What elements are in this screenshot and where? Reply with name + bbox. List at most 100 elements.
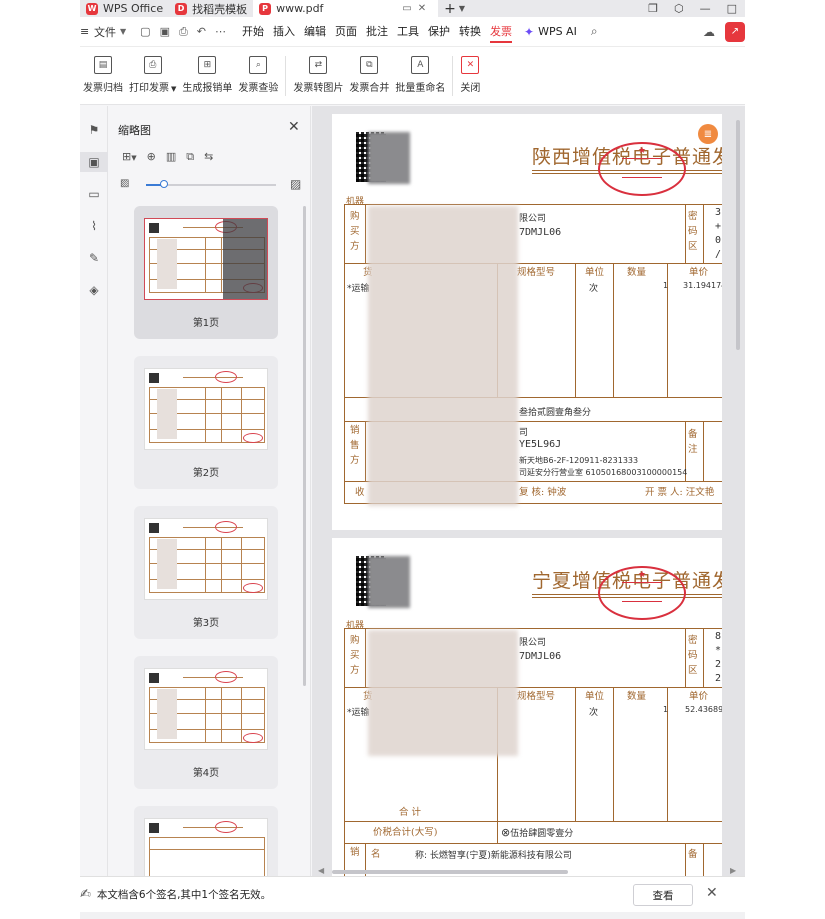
password-char: 0 [715, 235, 722, 246]
menu-annotate[interactable]: 批注 [366, 21, 388, 43]
grid-view-icon[interactable]: ⊞▼ [122, 150, 137, 164]
scroll-right-icon[interactable]: ▶ [730, 866, 736, 875]
cube-icon[interactable]: ⬡ [674, 2, 684, 15]
tab-action-icons[interactable]: ▭✕ [402, 3, 432, 14]
close-icon[interactable]: ✕ [288, 119, 300, 135]
unit-price-header: 单价 [689, 267, 709, 278]
pdf-file-icon: P [259, 2, 272, 15]
seller-label: 销售方 [350, 425, 360, 467]
thumbnail-page-4[interactable]: 第4页 [134, 656, 278, 789]
rename-icon: A [411, 56, 430, 74]
cloud-upload-icon[interactable]: ☁ [703, 25, 715, 39]
wps-logo-icon: W [86, 2, 98, 15]
more-icon[interactable]: ⋯ [215, 25, 226, 39]
wps-ai-button[interactable]: ✦ WPS AI [524, 25, 577, 39]
thumbnail-list: 第1页 第2页 第3页 第4页 [108, 206, 311, 876]
menu-invoice[interactable]: 发票 [490, 21, 512, 43]
print-icon[interactable]: ⎙ [179, 25, 188, 39]
redacted-block [368, 132, 410, 184]
search-icon[interactable]: ⌕ [591, 24, 598, 39]
invoice-verify-button[interactable]: ⌕ 发票查验 [238, 56, 278, 94]
invoice-archive-button[interactable]: ▤ 发票归档 [83, 56, 123, 94]
ribbon-label: 打印发票 ▼ [129, 83, 177, 94]
save-icon[interactable]: ▣ [160, 25, 170, 39]
seller-name-fragment: 司 [519, 428, 529, 438]
menu-home[interactable]: 开始 [242, 21, 264, 43]
restore-icon[interactable]: ❐ [648, 2, 658, 15]
archive-icon: ▤ [94, 56, 112, 74]
invoice-to-image-button[interactable]: ⇄ 发票转图片 [293, 56, 343, 94]
item-name-fragment: *运输 [347, 284, 370, 294]
redaction-blur [368, 206, 518, 506]
tab-wps-office[interactable]: W WPS Office [80, 0, 169, 17]
chevron-down-icon: ▼ [120, 27, 127, 36]
thumbnail-page-2[interactable]: 第2页 [134, 356, 278, 489]
extract-page-icon[interactable]: ▥ [166, 150, 176, 164]
menu-convert[interactable]: 转换 [459, 21, 481, 43]
undo-icon[interactable]: ↶ [197, 25, 206, 39]
monitor-icon[interactable]: ▭ [402, 3, 417, 14]
tab-close-icon[interactable]: ✕ [418, 3, 432, 14]
close-icon[interactable]: ✕ [706, 885, 718, 901]
menu-page[interactable]: 页面 [335, 21, 357, 43]
attachment-icon[interactable]: ⌇ [80, 216, 108, 236]
thumbnail-scrollbar[interactable] [303, 206, 306, 686]
close-invoice-tools-button[interactable]: ✕ 关闭 [460, 56, 480, 94]
layers-icon[interactable]: ◈ [80, 280, 108, 300]
large-image-icon[interactable]: ▨ [290, 177, 301, 191]
print-invoice-button[interactable]: ⎙ 打印发票 ▼ [129, 56, 176, 94]
insert-page-icon[interactable]: ⊕ [147, 150, 156, 164]
comment-icon[interactable]: ▭ [80, 184, 108, 204]
tab-label: www.pdf [276, 2, 324, 15]
menu-edit[interactable]: 编辑 [304, 21, 326, 43]
menu-insert[interactable]: 插入 [273, 21, 295, 43]
slider-handle[interactable] [160, 180, 169, 188]
total-in-words: ⊗伍拾肆圆零壹分 [501, 826, 574, 839]
tab-www-pdf[interactable]: P www.pdf ▭✕ [253, 0, 439, 17]
invoice-assistant-icon[interactable]: ≣ [698, 124, 718, 144]
generate-expense-form-button[interactable]: ⊞ 生成报销单 [182, 56, 232, 94]
thumbnail-page-3[interactable]: 第3页 [134, 506, 278, 639]
menu-tools[interactable]: 工具 [397, 21, 419, 43]
thumbnail-icon[interactable]: ▣ [80, 152, 108, 172]
file-menu[interactable]: ≡ 文件 ▼ [80, 24, 126, 40]
buyer-label: 购买方 [350, 211, 360, 253]
thumbnail-preview [144, 518, 268, 600]
thumbnail-preview [144, 218, 268, 300]
thumbnail-page-5[interactable] [134, 806, 278, 876]
horizontal-scrollbar[interactable]: ◀ ▶ [312, 866, 745, 876]
scroll-left-icon[interactable]: ◀ [318, 866, 324, 875]
maximize-icon[interactable]: □ [727, 2, 737, 15]
close-icon: ✕ [461, 56, 480, 74]
bookmark-icon[interactable]: ⚑ [80, 120, 108, 140]
batch-rename-button[interactable]: A 批量重命名 [395, 56, 445, 94]
share-icon[interactable]: ↗ [725, 21, 745, 42]
chevron-down-icon[interactable]: ▼ [459, 4, 465, 13]
printer-icon: ⎙ [143, 56, 162, 74]
minimize-icon[interactable]: — [700, 2, 711, 15]
hamburger-icon: ≡ [80, 25, 90, 38]
open-folder-icon[interactable]: ▢ [140, 25, 150, 39]
horizontal-scroll-thumb[interactable] [332, 870, 568, 874]
replace-page-icon[interactable]: ⇆ [204, 150, 213, 164]
item-unit: 次 [589, 708, 599, 718]
copy-page-icon[interactable]: ⧉ [186, 150, 194, 164]
invoice-merge-button[interactable]: ⧉ 发票合并 [349, 56, 389, 94]
reviewer-label: 复 核: 钟波 [519, 487, 567, 498]
thumbnail-preview [144, 668, 268, 750]
vertical-scrollbar[interactable] [736, 120, 740, 350]
small-image-icon[interactable]: ▨ [120, 178, 129, 189]
tax-seal-stamp: ★ [598, 566, 686, 620]
tab-docer-templates[interactable]: D 找稻壳模板 [169, 0, 253, 17]
docer-logo-icon: D [175, 2, 188, 15]
thumbnail-label: 第1页 [192, 318, 220, 329]
menu-protect[interactable]: 保护 [428, 21, 450, 43]
view-signatures-button[interactable]: 查看 [633, 884, 693, 906]
thumbnail-size-slider[interactable]: ▨ ▨ [120, 177, 305, 192]
new-tab-icon[interactable]: + [444, 1, 456, 17]
slider-track[interactable] [146, 180, 276, 188]
seller-name: 称: 长燃智享(宁夏)新能源科技有限公司 [415, 851, 572, 861]
signature-pen-icon[interactable]: ✎ [80, 248, 108, 268]
ribbon-label: 生成报销单 [182, 83, 233, 94]
thumbnail-page-1[interactable]: 第1页 [134, 206, 278, 339]
